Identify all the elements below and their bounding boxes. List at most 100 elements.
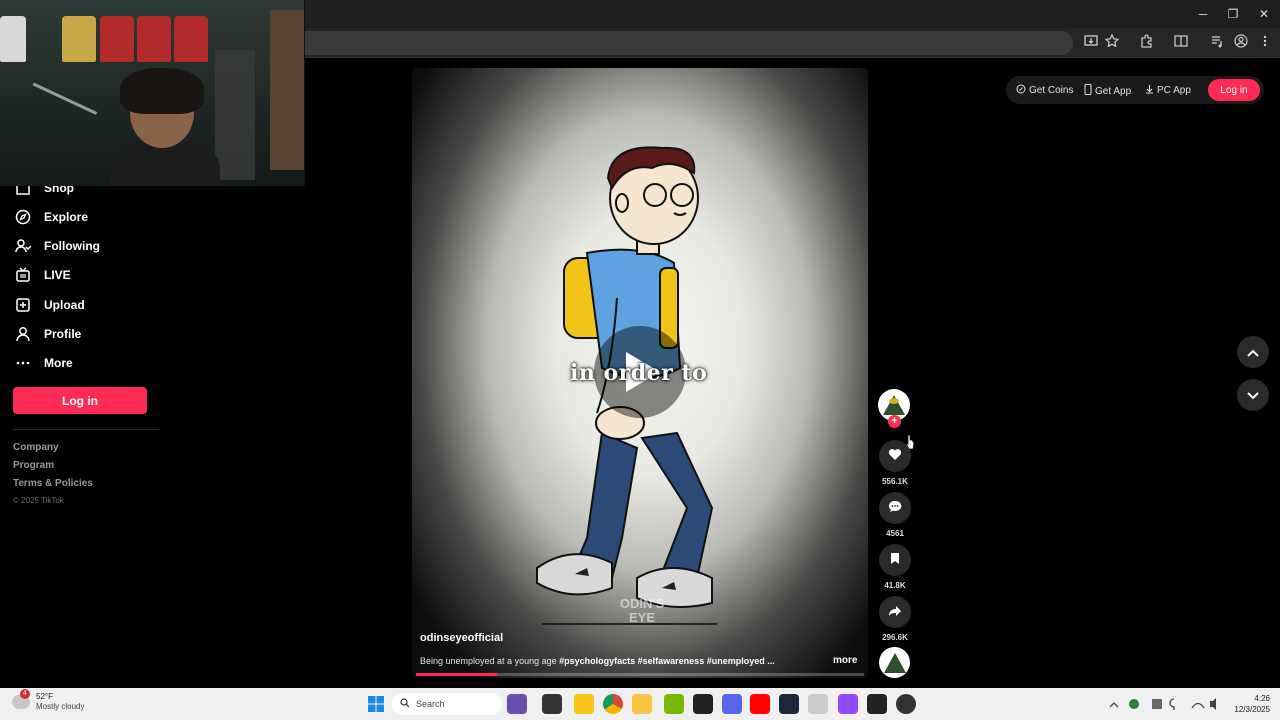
weather-condition: Mostly cloudy <box>36 702 85 711</box>
shelf <box>215 50 255 180</box>
search-icon <box>400 698 410 710</box>
chevron-down-icon <box>1247 388 1259 403</box>
kebab-menu-icon[interactable] <box>1256 34 1274 52</box>
star-icon[interactable] <box>1103 33 1121 52</box>
split-screen-icon[interactable] <box>1172 34 1190 52</box>
save-count: 41.8K <box>884 581 906 590</box>
compass-icon <box>14 208 32 226</box>
watermark: ODIN'S EYE <box>607 597 677 625</box>
steam-icon[interactable] <box>779 694 799 714</box>
taskbar-search[interactable]: Search <box>392 693 502 715</box>
discord-icon[interactable] <box>722 694 742 714</box>
video-username[interactable]: odinseyeofficial <box>420 632 503 644</box>
install-app-icon[interactable] <box>1082 34 1100 52</box>
webcam-overlay <box>0 0 305 186</box>
chrome-icon[interactable] <box>603 694 623 714</box>
minimize-button[interactable]: ─ <box>1188 4 1218 24</box>
taskbar-app-icon[interactable] <box>867 694 887 714</box>
upload-icon <box>14 296 32 314</box>
taskbar-app-icon[interactable] <box>574 694 594 714</box>
taskbar-app-icon[interactable] <box>838 694 858 714</box>
screen: ─ ❐ ✕ Shop Explore Following LIVE Upload… <box>0 0 1280 720</box>
windows-logo-icon <box>368 696 384 712</box>
desk-lamp <box>12 82 98 158</box>
watermark-line-1: ODIN'S <box>619 596 665 611</box>
next-video-button[interactable] <box>1237 379 1269 411</box>
taskbar-app-icon[interactable] <box>693 694 713 714</box>
pc-app-label: PC App <box>1157 85 1191 96</box>
weather-temperature: 52°F <box>36 692 53 701</box>
search-placeholder: Search <box>416 699 445 709</box>
previous-video-button[interactable] <box>1237 336 1269 368</box>
wall-shirt <box>174 16 208 62</box>
sidebar-item-upload[interactable]: Upload <box>14 294 85 316</box>
system-tray[interactable] <box>1100 694 1220 714</box>
video-progress-fill <box>416 673 497 676</box>
weather-badge: 4 <box>20 689 30 699</box>
watermark-line-2: EYE <box>628 610 655 625</box>
sound-disc-logo-icon <box>883 652 906 673</box>
profile-icon <box>14 325 32 343</box>
maximize-button[interactable]: ❐ <box>1218 4 1248 24</box>
close-window-button[interactable]: ✕ <box>1249 4 1279 24</box>
taskbar-app-icon[interactable] <box>507 694 527 714</box>
taskbar-app-icon[interactable] <box>664 694 684 714</box>
account-icon[interactable] <box>1232 34 1250 52</box>
get-coins-label: Get Coins <box>1029 85 1074 96</box>
copyright-text: © 2025 TikTok <box>13 496 64 505</box>
sidebar-item-explore[interactable]: Explore <box>14 206 88 228</box>
extensions-icon[interactable] <box>1137 34 1155 52</box>
footer-link-company[interactable]: Company <box>13 442 59 453</box>
sidebar-divider <box>13 429 159 430</box>
file-explorer-icon[interactable] <box>632 694 652 714</box>
more-dots-icon <box>14 354 32 372</box>
sound-disc[interactable] <box>879 647 910 678</box>
clock-date: 12/3/2025 <box>1234 705 1270 714</box>
comment-button[interactable] <box>879 492 911 524</box>
streamer-hair <box>120 68 204 114</box>
like-button[interactable] <box>879 440 911 472</box>
address-bar[interactable] <box>305 31 1073 55</box>
video-caption-overlay: in order to <box>570 360 708 386</box>
taskbar-app-icon[interactable] <box>808 694 828 714</box>
like-count: 556.1K <box>882 477 908 486</box>
sidebar-item-profile[interactable]: Profile <box>14 323 81 345</box>
live-icon <box>14 266 32 284</box>
youtube-icon[interactable] <box>750 694 770 714</box>
taskbar-app-icon[interactable] <box>542 694 562 714</box>
download-icon <box>1145 84 1154 97</box>
bookmark-icon <box>890 552 900 568</box>
sidebar-item-more[interactable]: More <box>14 352 73 374</box>
start-button[interactable] <box>367 695 385 713</box>
description-hashtags[interactable]: #psychologyfacts #selfawareness #unemplo… <box>559 656 775 666</box>
sidebar-item-following[interactable]: Following <box>14 235 100 257</box>
weather-widget[interactable]: 4 52°F Mostly cloudy <box>12 689 85 712</box>
video-description: Being unemployed at a young age #psychol… <box>420 656 775 666</box>
avatar-eye-icon <box>889 398 899 404</box>
taskbar-app-icon[interactable] <box>896 694 916 714</box>
share-icon <box>888 604 902 620</box>
phone-icon <box>1084 84 1092 98</box>
wall-shirt <box>0 16 26 62</box>
sidebar-item-live[interactable]: LIVE <box>14 264 71 286</box>
top-login-button[interactable]: Log in <box>1208 79 1260 101</box>
footer-link-terms[interactable]: Terms & Policies <box>13 478 93 489</box>
follow-plus-icon[interactable]: + <box>888 415 901 428</box>
sidebar-label-explore: Explore <box>44 210 89 224</box>
sidebar-label-profile: Profile <box>44 327 82 341</box>
footer-link-program[interactable]: Program <box>13 460 54 471</box>
wall-shirt <box>100 16 134 62</box>
wall-shirt <box>137 16 171 62</box>
taskbar-clock[interactable]: 4:26 12/3/2025 <box>1228 693 1270 715</box>
wall-shirt <box>62 16 96 62</box>
share-button[interactable] <box>879 596 911 628</box>
pc-app-link[interactable]: PC App <box>1145 84 1191 97</box>
save-button[interactable] <box>879 544 911 576</box>
chevron-up-icon <box>1247 345 1259 360</box>
sidebar-login-button[interactable]: Log in <box>13 387 147 414</box>
get-coins-link[interactable]: Get Coins <box>1016 84 1073 97</box>
more-description-button[interactable]: more <box>833 655 857 666</box>
heart-icon <box>888 448 902 464</box>
get-app-link[interactable]: Get App <box>1084 84 1131 98</box>
media-controls-icon[interactable] <box>1208 34 1226 52</box>
